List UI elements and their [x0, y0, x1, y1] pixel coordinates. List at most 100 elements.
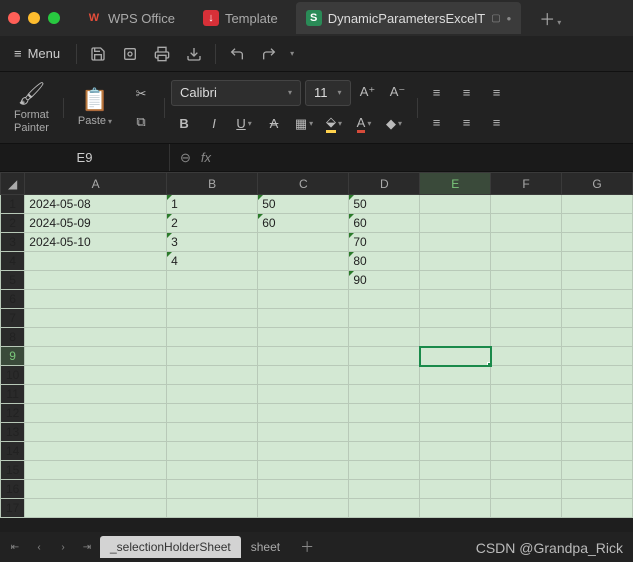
- cell-G9[interactable]: [562, 347, 633, 366]
- cell-B4[interactable]: 4: [167, 252, 258, 271]
- row-header-8[interactable]: 8: [1, 328, 25, 347]
- export-button[interactable]: [181, 41, 207, 67]
- row-header-17[interactable]: 17: [1, 499, 25, 518]
- cell-B10[interactable]: [167, 366, 258, 385]
- cell-E16[interactable]: [420, 480, 491, 499]
- cell-F5[interactable]: [491, 271, 562, 290]
- cell-E5[interactable]: [420, 271, 491, 290]
- cell-G5[interactable]: [562, 271, 633, 290]
- bold-button[interactable]: B: [171, 112, 197, 136]
- cell-D9[interactable]: [349, 347, 420, 366]
- cell-A13[interactable]: [25, 423, 167, 442]
- cell-G8[interactable]: [562, 328, 633, 347]
- cell-E14[interactable]: [420, 442, 491, 461]
- row-header-4[interactable]: 4: [1, 252, 25, 271]
- select-all-corner[interactable]: ◢: [1, 173, 25, 195]
- italic-button[interactable]: I: [201, 112, 227, 136]
- print-button[interactable]: [149, 41, 175, 67]
- sheet-nav-last-button[interactable]: ⇥: [76, 536, 98, 558]
- cell-D5[interactable]: 90: [349, 271, 420, 290]
- cell-C16[interactable]: [258, 480, 349, 499]
- cell-C8[interactable]: [258, 328, 349, 347]
- cell-E17[interactable]: [420, 499, 491, 518]
- cell-F10[interactable]: [491, 366, 562, 385]
- borders-button[interactable]: ▦▾: [291, 112, 317, 136]
- align-bottom-button[interactable]: ≡: [484, 81, 510, 105]
- cell-E1[interactable]: [420, 195, 491, 214]
- cell-F3[interactable]: [491, 233, 562, 252]
- cell-B1[interactable]: 1: [167, 195, 258, 214]
- cell-E10[interactable]: [420, 366, 491, 385]
- cell-C4[interactable]: [258, 252, 349, 271]
- name-box[interactable]: E9: [0, 144, 170, 171]
- paste-button[interactable]: 📋 Paste▾: [70, 87, 120, 127]
- cell-D7[interactable]: [349, 309, 420, 328]
- cell-E12[interactable]: [420, 404, 491, 423]
- column-header-B[interactable]: B: [167, 173, 258, 195]
- sheet-tab-_selectionHolderSheet[interactable]: _selectionHolderSheet: [100, 536, 241, 558]
- cell-G17[interactable]: [562, 499, 633, 518]
- cell-E6[interactable]: [420, 290, 491, 309]
- column-header-F[interactable]: F: [491, 173, 562, 195]
- cell-G4[interactable]: [562, 252, 633, 271]
- cell-F4[interactable]: [491, 252, 562, 271]
- cell-A9[interactable]: [25, 347, 167, 366]
- cell-F17[interactable]: [491, 499, 562, 518]
- cell-A7[interactable]: [25, 309, 167, 328]
- row-header-10[interactable]: 10: [1, 366, 25, 385]
- align-right-button[interactable]: ≡: [484, 111, 510, 135]
- minimize-window-button[interactable]: [28, 12, 40, 24]
- sheet-tab-sheet[interactable]: sheet: [241, 536, 290, 558]
- cell-F9[interactable]: [491, 347, 562, 366]
- cell-G2[interactable]: [562, 214, 633, 233]
- cell-E13[interactable]: [420, 423, 491, 442]
- cut-button[interactable]: ✂: [128, 82, 154, 106]
- print-preview-button[interactable]: [117, 41, 143, 67]
- column-header-G[interactable]: G: [562, 173, 633, 195]
- cell-D3[interactable]: 70: [349, 233, 420, 252]
- maximize-window-button[interactable]: [48, 12, 60, 24]
- cell-F16[interactable]: [491, 480, 562, 499]
- row-header-2[interactable]: 2: [1, 214, 25, 233]
- cell-A4[interactable]: [25, 252, 167, 271]
- cell-C12[interactable]: [258, 404, 349, 423]
- align-left-button[interactable]: ≡: [424, 111, 450, 135]
- cell-C7[interactable]: [258, 309, 349, 328]
- cell-D1[interactable]: 50: [349, 195, 420, 214]
- cell-F8[interactable]: [491, 328, 562, 347]
- cell-E11[interactable]: [420, 385, 491, 404]
- cell-E9[interactable]: [420, 347, 491, 366]
- cell-B16[interactable]: [167, 480, 258, 499]
- increase-font-button[interactable]: A⁺: [355, 80, 381, 104]
- new-tab-button[interactable]: ＋▾: [529, 6, 571, 30]
- column-header-C[interactable]: C: [258, 173, 349, 195]
- cell-B5[interactable]: [167, 271, 258, 290]
- cell-F12[interactable]: [491, 404, 562, 423]
- cell-B15[interactable]: [167, 461, 258, 480]
- cell-E7[interactable]: [420, 309, 491, 328]
- copy-button[interactable]: ⧉: [128, 110, 154, 134]
- row-header-5[interactable]: 5: [1, 271, 25, 290]
- cancel-formula-icon[interactable]: ⊖: [180, 150, 191, 166]
- row-header-14[interactable]: 14: [1, 442, 25, 461]
- font-family-dropdown[interactable]: Calibri ▾: [171, 80, 301, 106]
- cell-D2[interactable]: 60: [349, 214, 420, 233]
- cell-F13[interactable]: [491, 423, 562, 442]
- font-color-button[interactable]: A▾: [351, 112, 377, 136]
- cell-C6[interactable]: [258, 290, 349, 309]
- close-window-button[interactable]: [8, 12, 20, 24]
- cell-C17[interactable]: [258, 499, 349, 518]
- cell-G13[interactable]: [562, 423, 633, 442]
- formula-input[interactable]: [221, 144, 633, 171]
- column-header-A[interactable]: A: [25, 173, 167, 195]
- cell-G11[interactable]: [562, 385, 633, 404]
- cell-C15[interactable]: [258, 461, 349, 480]
- decrease-font-button[interactable]: A⁻: [385, 80, 411, 104]
- row-header-6[interactable]: 6: [1, 290, 25, 309]
- cell-A15[interactable]: [25, 461, 167, 480]
- sheet-nav-next-button[interactable]: ›: [52, 536, 74, 558]
- cell-F1[interactable]: [491, 195, 562, 214]
- redo-dropdown-icon[interactable]: ▾: [290, 49, 294, 58]
- row-header-7[interactable]: 7: [1, 309, 25, 328]
- cell-A8[interactable]: [25, 328, 167, 347]
